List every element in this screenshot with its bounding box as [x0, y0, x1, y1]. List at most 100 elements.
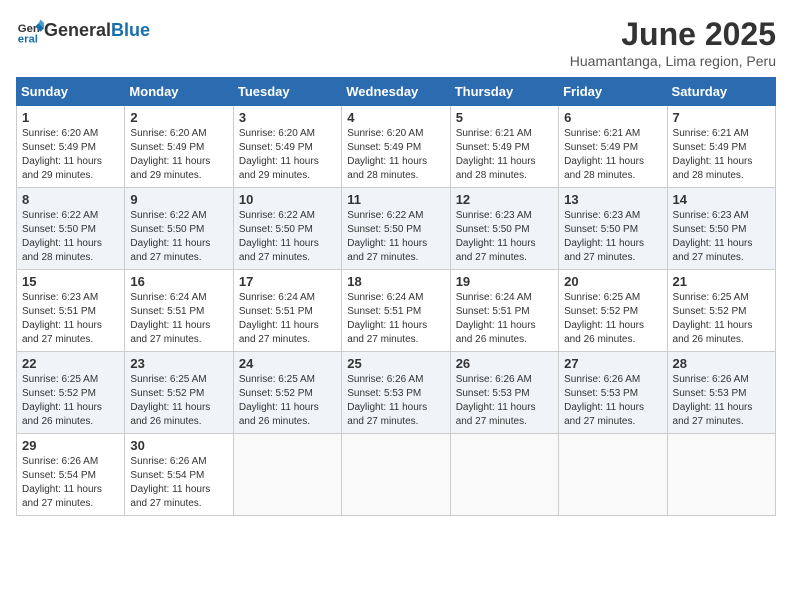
- calendar-title-area: June 2025 Huamantanga, Lima region, Peru: [570, 16, 776, 69]
- day-info: Sunrise: 6:23 AMSunset: 5:50 PMDaylight:…: [456, 209, 553, 265]
- day-info: Sunrise: 6:22 AMSunset: 5:50 PMDaylight:…: [239, 209, 336, 265]
- day-number: 12: [456, 192, 553, 207]
- day-info: Sunrise: 6:25 AMSunset: 5:52 PMDaylight:…: [130, 373, 227, 429]
- day-info: Sunrise: 6:25 AMSunset: 5:52 PMDaylight:…: [239, 373, 336, 429]
- table-row: 14 Sunrise: 6:23 AMSunset: 5:50 PMDayligh…: [667, 188, 775, 270]
- table-row: 16Sunrise: 6:24 AMSunset: 5:51 PMDayligh…: [125, 270, 233, 352]
- table-row: 6 Sunrise: 6:21 AMSunset: 5:49 PMDaylight…: [559, 106, 667, 188]
- day-number: 28: [673, 356, 770, 371]
- day-info: Sunrise: 6:22 AMSunset: 5:50 PMDaylight:…: [130, 209, 227, 265]
- day-number: 4: [347, 110, 444, 125]
- calendar-week-row: 15Sunrise: 6:23 AMSunset: 5:51 PMDayligh…: [17, 270, 776, 352]
- calendar-title: June 2025: [570, 16, 776, 53]
- logo-general-text: General: [44, 20, 111, 40]
- day-number: 29: [22, 438, 119, 453]
- logo-icon: Gen eral: [16, 16, 44, 44]
- table-row: [233, 434, 341, 516]
- day-number: 14: [673, 192, 770, 207]
- day-info: Sunrise: 6:23 AMSunset: 5:50 PMDaylight:…: [564, 209, 661, 265]
- day-info: Sunrise: 6:22 AMSunset: 5:50 PMDaylight:…: [22, 209, 119, 265]
- day-number: 20: [564, 274, 661, 289]
- day-info: Sunrise: 6:21 AMSunset: 5:49 PMDaylight:…: [673, 127, 770, 183]
- day-info: Sunrise: 6:26 AMSunset: 5:54 PMDaylight:…: [22, 455, 119, 511]
- table-row: 17Sunrise: 6:24 AMSunset: 5:51 PMDayligh…: [233, 270, 341, 352]
- table-row: [342, 434, 450, 516]
- day-number: 21: [673, 274, 770, 289]
- table-row: 20 Sunrise: 6:25 AMSunset: 5:52 PMDayligh…: [559, 270, 667, 352]
- table-row: 9 Sunrise: 6:22 AMSunset: 5:50 PMDaylight…: [125, 188, 233, 270]
- day-number: 9: [130, 192, 227, 207]
- table-row: 3Sunrise: 6:20 AMSunset: 5:49 PMDaylight…: [233, 106, 341, 188]
- day-info: Sunrise: 6:26 AMSunset: 5:53 PMDaylight:…: [347, 373, 444, 429]
- day-number: 17: [239, 274, 336, 289]
- day-info: Sunrise: 6:23 AMSunset: 5:50 PMDaylight:…: [673, 209, 770, 265]
- svg-text:eral: eral: [18, 33, 38, 44]
- day-number: 6: [564, 110, 661, 125]
- day-number: 27: [564, 356, 661, 371]
- table-row: 8 Sunrise: 6:22 AMSunset: 5:50 PMDaylight…: [17, 188, 125, 270]
- day-number: 16: [130, 274, 227, 289]
- day-number: 13: [564, 192, 661, 207]
- table-row: 10 Sunrise: 6:22 AMSunset: 5:50 PMDayligh…: [233, 188, 341, 270]
- table-row: 11Sunrise: 6:22 AMSunset: 5:50 PMDayligh…: [342, 188, 450, 270]
- table-row: 12 Sunrise: 6:23 AMSunset: 5:50 PMDayligh…: [450, 188, 558, 270]
- day-number: 8: [22, 192, 119, 207]
- day-info: Sunrise: 6:21 AMSunset: 5:49 PMDaylight:…: [564, 127, 661, 183]
- table-row: [667, 434, 775, 516]
- table-row: 30 Sunrise: 6:26 AMSunset: 5:54 PMDayligh…: [125, 434, 233, 516]
- header-saturday: Saturday: [667, 78, 775, 106]
- day-info: Sunrise: 6:25 AMSunset: 5:52 PMDaylight:…: [564, 291, 661, 347]
- day-info: Sunrise: 6:22 AMSunset: 5:50 PMDaylight:…: [347, 209, 444, 265]
- table-row: 19 Sunrise: 6:24 AMSunset: 5:51 PMDayligh…: [450, 270, 558, 352]
- table-row: 13 Sunrise: 6:23 AMSunset: 5:50 PMDayligh…: [559, 188, 667, 270]
- table-row: 18Sunrise: 6:24 AMSunset: 5:51 PMDayligh…: [342, 270, 450, 352]
- calendar-subtitle: Huamantanga, Lima region, Peru: [570, 53, 776, 69]
- day-info: Sunrise: 6:26 AMSunset: 5:54 PMDaylight:…: [130, 455, 227, 511]
- day-number: 22: [22, 356, 119, 371]
- day-number: 19: [456, 274, 553, 289]
- day-info: Sunrise: 6:25 AMSunset: 5:52 PMDaylight:…: [22, 373, 119, 429]
- day-info: Sunrise: 6:24 AMSunset: 5:51 PMDaylight:…: [347, 291, 444, 347]
- header-sunday: Sunday: [17, 78, 125, 106]
- header-monday: Monday: [125, 78, 233, 106]
- day-number: 26: [456, 356, 553, 371]
- calendar-week-row: 29 Sunrise: 6:26 AMSunset: 5:54 PMDayligh…: [17, 434, 776, 516]
- day-number: 30: [130, 438, 227, 453]
- header-thursday: Thursday: [450, 78, 558, 106]
- table-row: 7Sunrise: 6:21 AMSunset: 5:49 PMDaylight…: [667, 106, 775, 188]
- page-header: Gen eral GeneralBlue June 2025 Huamantan…: [16, 16, 776, 69]
- day-number: 10: [239, 192, 336, 207]
- table-row: 27 Sunrise: 6:26 AMSunset: 5:53 PMDayligh…: [559, 352, 667, 434]
- calendar-table: Sunday Monday Tuesday Wednesday Thursday…: [16, 77, 776, 516]
- day-number: 25: [347, 356, 444, 371]
- table-row: 29 Sunrise: 6:26 AMSunset: 5:54 PMDayligh…: [17, 434, 125, 516]
- table-row: [450, 434, 558, 516]
- header-wednesday: Wednesday: [342, 78, 450, 106]
- table-row: 22 Sunrise: 6:25 AMSunset: 5:52 PMDayligh…: [17, 352, 125, 434]
- table-row: 1Sunrise: 6:20 AMSunset: 5:49 PMDaylight…: [17, 106, 125, 188]
- table-row: 25 Sunrise: 6:26 AMSunset: 5:53 PMDayligh…: [342, 352, 450, 434]
- header-friday: Friday: [559, 78, 667, 106]
- day-info: Sunrise: 6:24 AMSunset: 5:51 PMDaylight:…: [456, 291, 553, 347]
- day-number: 23: [130, 356, 227, 371]
- day-info: Sunrise: 6:21 AMSunset: 5:49 PMDaylight:…: [456, 127, 553, 183]
- day-number: 15: [22, 274, 119, 289]
- day-number: 3: [239, 110, 336, 125]
- table-row: [559, 434, 667, 516]
- day-info: Sunrise: 6:25 AMSunset: 5:52 PMDaylight:…: [673, 291, 770, 347]
- table-row: 23 Sunrise: 6:25 AMSunset: 5:52 PMDayligh…: [125, 352, 233, 434]
- calendar-header-row: Sunday Monday Tuesday Wednesday Thursday…: [17, 78, 776, 106]
- table-row: 26Sunrise: 6:26 AMSunset: 5:53 PMDayligh…: [450, 352, 558, 434]
- table-row: 2 Sunrise: 6:20 AMSunset: 5:49 PMDaylight…: [125, 106, 233, 188]
- calendar-week-row: 1Sunrise: 6:20 AMSunset: 5:49 PMDaylight…: [17, 106, 776, 188]
- day-number: 2: [130, 110, 227, 125]
- calendar-week-row: 22 Sunrise: 6:25 AMSunset: 5:52 PMDayligh…: [17, 352, 776, 434]
- day-info: Sunrise: 6:26 AMSunset: 5:53 PMDaylight:…: [673, 373, 770, 429]
- table-row: 15Sunrise: 6:23 AMSunset: 5:51 PMDayligh…: [17, 270, 125, 352]
- day-info: Sunrise: 6:20 AMSunset: 5:49 PMDaylight:…: [347, 127, 444, 183]
- calendar-week-row: 8 Sunrise: 6:22 AMSunset: 5:50 PMDaylight…: [17, 188, 776, 270]
- table-row: 5Sunrise: 6:21 AMSunset: 5:49 PMDaylight…: [450, 106, 558, 188]
- table-row: 21 Sunrise: 6:25 AMSunset: 5:52 PMDayligh…: [667, 270, 775, 352]
- day-info: Sunrise: 6:20 AMSunset: 5:49 PMDaylight:…: [130, 127, 227, 183]
- day-info: Sunrise: 6:26 AMSunset: 5:53 PMDaylight:…: [564, 373, 661, 429]
